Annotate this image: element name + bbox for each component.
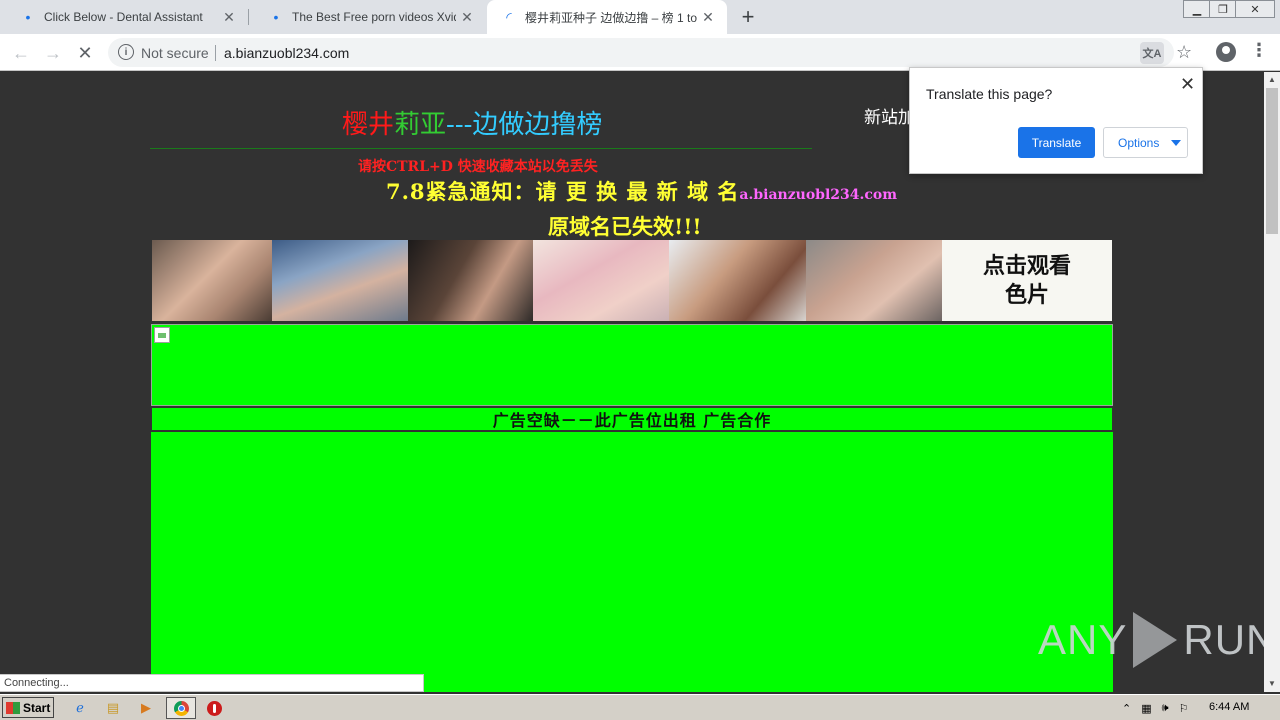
tab-strip: • Click Below - Dental Assistant ✕ • The… <box>0 0 1280 34</box>
security-label[interactable]: Not secure <box>141 45 209 61</box>
status-bubble: Connecting... <box>0 674 424 692</box>
browser-toolbar: ← → ✕ i Not secure a.bianzuobl234.com 文A… <box>0 34 1280 71</box>
anyrun-watermark: ANY RUN <box>1038 612 1264 668</box>
profile-avatar-icon[interactable] <box>1216 42 1236 62</box>
broken-image-icon <box>154 327 170 343</box>
scroll-up-icon[interactable]: ▲ <box>1264 72 1280 86</box>
scroll-down-icon[interactable]: ▼ <box>1264 676 1280 690</box>
start-button[interactable]: Start <box>2 697 54 718</box>
media-player-icon[interactable]: ▶ <box>136 698 156 718</box>
restore-button[interactable]: ❐ <box>1209 0 1237 18</box>
action-center-flag-icon[interactable]: ⚐ <box>1179 702 1189 715</box>
address-bar[interactable]: i Not secure a.bianzuobl234.com 文A <box>108 38 1174 67</box>
tray-expand-icon[interactable]: ⌃ <box>1122 702 1131 715</box>
translate-icon[interactable]: 文A <box>1140 42 1164 64</box>
start-label: Start <box>23 700 51 715</box>
new-tab-button[interactable]: + <box>736 4 760 29</box>
translate-button[interactable]: Translate <box>1018 127 1095 158</box>
banner-thumbnail[interactable] <box>152 240 272 321</box>
watch-now-line2: 色片 <box>1004 281 1049 308</box>
urgent-notice-text: 7.8紧急通知：请 更 换 最 新 域 名 <box>386 179 740 204</box>
kebab-menu-icon[interactable]: ⋮ <box>1250 40 1268 61</box>
tab-close-icon[interactable]: ✕ <box>697 6 719 28</box>
watermark-text-right: RUN <box>1183 616 1264 663</box>
site-title[interactable]: 樱井莉亚---边做边撸榜 <box>342 104 602 141</box>
urgent-notice: 7.8紧急通知：请 更 换 最 新 域 名a.bianzuobl234.com <box>386 176 897 206</box>
loading-spinner-icon: ◜ <box>506 8 512 25</box>
tab-dental-assistant[interactable]: • Click Below - Dental Assistant ✕ <box>0 0 248 34</box>
banner-thumbnail[interactable] <box>272 240 408 321</box>
tab-xvideos[interactable]: • The Best Free porn videos Xvideos ✕ <box>248 0 486 34</box>
ad-vacancy-bar[interactable]: 广告空缺－－此广告位出租 广告合作 <box>151 407 1113 431</box>
site-title-part3: ---边做边撸榜 <box>446 110 603 140</box>
popup-close-icon[interactable]: ✕ <box>1180 74 1195 95</box>
tab-title: The Best Free porn videos Xvideos <box>292 10 456 24</box>
tab-active-page[interactable]: ◜ 樱井莉亚种子 边做边撸 – 榜 1 to 70 ✕ <box>487 0 727 34</box>
system-tray: ⌃ ▦ 🕪 ⚐ <box>1122 698 1276 718</box>
translate-popup: Translate this page? ✕ Translate Options <box>909 67 1203 174</box>
omnibox-divider <box>215 45 216 61</box>
opera-icon[interactable] <box>204 698 224 718</box>
title-divider <box>150 148 812 149</box>
banner-thumbnail[interactable] <box>806 240 942 321</box>
caret-down-icon <box>1171 139 1182 146</box>
internet-explorer-icon[interactable]: ℯ <box>70 698 90 718</box>
windows-taskbar: Start ℯ ▤ ▶ ⌃ ▦ 🕪 ⚐ 6:44 AM <box>0 694 1280 720</box>
watch-now-line1: 点击观看 <box>982 252 1071 279</box>
windows-logo-icon <box>6 701 20 714</box>
forward-arrow-icon[interactable]: → <box>40 40 66 66</box>
watch-now-label[interactable]: 点击观看 色片 <box>942 240 1112 321</box>
site-title-part2: 莉亚 <box>394 110 447 140</box>
options-dropdown[interactable]: Options <box>1103 127 1188 158</box>
window-close-button[interactable]: ✕ <box>1235 0 1275 18</box>
ad-area <box>151 432 1113 692</box>
tab-title: Click Below - Dental Assistant <box>44 10 203 24</box>
new-domain-link[interactable]: a.bianzuobl234.com <box>739 187 897 203</box>
back-arrow-icon[interactable]: ← <box>8 40 34 66</box>
info-icon[interactable]: i <box>118 44 134 60</box>
play-logo-icon <box>1133 612 1178 668</box>
options-label: Options <box>1118 135 1160 150</box>
chrome-icon[interactable] <box>171 698 191 718</box>
stop-loading-icon[interactable]: ✕ <box>72 40 98 66</box>
tab-title: 樱井莉亚种子 边做边撸 – 榜 1 to 70 <box>525 10 697 25</box>
volume-icon[interactable]: 🕪 <box>1162 702 1169 715</box>
scrollbar-thumb[interactable] <box>1266 88 1278 234</box>
tab-close-icon[interactable]: ✕ <box>218 6 240 28</box>
banner-thumbnail[interactable] <box>408 240 533 321</box>
file-explorer-icon[interactable]: ▤ <box>103 698 123 718</box>
new-site-link[interactable]: 新站加 <box>864 103 915 128</box>
site-title-part1: 樱井 <box>342 110 395 140</box>
taskbar-clock[interactable]: 6:44 AM <box>1209 701 1249 713</box>
url-text[interactable]: a.bianzuobl234.com <box>224 45 349 61</box>
tab-close-icon[interactable]: ✕ <box>456 6 478 28</box>
watermark-text-left: ANY <box>1038 616 1128 663</box>
domain-expired-notice: 原域名已失效!!! <box>548 214 702 239</box>
vertical-scrollbar[interactable]: ▲ ▼ <box>1264 72 1280 692</box>
banner-thumbnail[interactable] <box>669 240 806 321</box>
banner-thumbnail[interactable] <box>533 240 669 321</box>
video-banner[interactable]: 点击观看 色片 <box>152 240 1112 321</box>
loading-dot-icon: • <box>273 9 279 25</box>
minimize-button[interactable]: ▁ <box>1183 0 1211 18</box>
network-icon[interactable]: ▦ <box>1141 702 1151 715</box>
ad-slot[interactable] <box>151 324 1113 406</box>
bookmark-hint: 请按CTRL+D 快速收藏本站以免丢失 <box>358 159 598 175</box>
translate-question: Translate this page? <box>926 86 1053 102</box>
loading-dot-icon: • <box>25 9 31 25</box>
bookmark-star-icon[interactable]: ☆ <box>1176 42 1192 63</box>
